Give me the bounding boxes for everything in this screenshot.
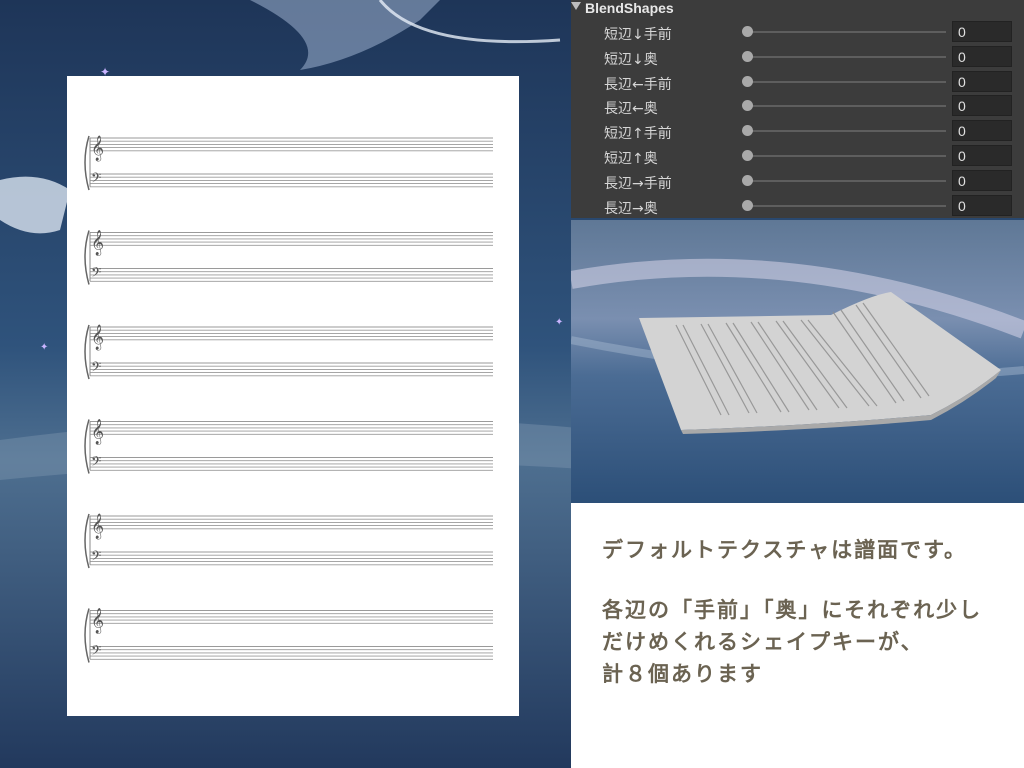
description-line: デフォルトテクスチャは譜面です。 [602,538,968,562]
slider-handle[interactable] [742,199,753,211]
blendshapes-header[interactable]: BlendShapes [571,0,1024,16]
staff-systems: 𝄞𝄢𝄞𝄢𝄞𝄢𝄞𝄢𝄞𝄢𝄞𝄢 [84,135,493,663]
blendshape-value-field[interactable]: 0 [952,21,1012,42]
sheet-music-page: 𝄞 𝄢 𝄞 𝄢 𝄞 𝄢 𝄞 𝄢 𝄞 𝄢 𝄞 𝄢 [67,76,519,716]
svg-text:✦: ✦ [555,317,563,328]
blendshape-slider[interactable] [747,204,946,207]
slider-handle[interactable] [742,125,753,137]
blendshape-value-field[interactable]: 0 [952,95,1012,117]
staff-brace [84,419,90,474]
description-line: だけめくれるシェイプキーが、 [602,630,924,654]
blendshape-slider[interactable] [747,55,946,58]
blendshape-row: 長辺←手前 0 [571,70,1024,94]
staff-brace [84,608,90,663]
blendshape-slider[interactable] [747,130,946,133]
blendshape-value-field[interactable]: 0 [952,70,1012,92]
staff-system: 𝄞𝄢 [84,513,493,569]
description-line: 計８個あります [602,662,763,686]
slider-handle[interactable] [742,26,753,37]
treble-clef-icon: 𝄞 [91,608,104,634]
blendshape-slider[interactable] [747,80,946,83]
blendshapes-title: BlendShapes [585,0,674,16]
blendshape-value-field[interactable]: 0 [952,194,1012,216]
description-panel: デフォルトテクスチャは譜面です。 各辺の「手前」「奥」にそれぞれ少し だけめくれ… [571,503,1024,768]
slider-handle[interactable] [742,174,753,186]
slider-handle[interactable] [742,75,753,87]
blendshape-row: 短辺↓手前 0 [571,20,1024,44]
treble-clef-icon: 𝄞 [91,419,104,445]
staff-system: 𝄞𝄢 [84,608,493,663]
blendshape-row: 長辺→奥 0 [571,194,1024,218]
staff-brace [84,230,90,285]
blendshape-label: 長辺→手前 [604,175,672,192]
blendshape-value-field[interactable]: 0 [952,120,1012,142]
staff-system: 𝄞𝄢 [84,230,493,285]
bass-clef-icon: 𝄢 [91,170,101,189]
bass-clef-icon: 𝄢 [91,643,101,662]
blendshape-value-field[interactable]: 0 [952,45,1012,67]
treble-clef-icon: 𝄞 [91,230,104,256]
blendshape-slider[interactable] [747,179,946,182]
description-line: 各辺の「手前」「奥」にそれぞれ少し [602,598,983,622]
staff-system: 𝄞𝄢 [84,135,493,191]
blendshapes-inspector: BlendShapes 短辺↓手前 0 短辺↓奥 0 長辺←手前 0 長辺←奥 0 短辺↑手前 0… [571,0,1024,218]
blendshape-label: 長辺←手前 [604,76,672,93]
blendshape-row: 短辺↓奥 0 [571,45,1024,69]
blendshape-row: 短辺↑奥 0 [571,144,1024,168]
treble-clef-icon: 𝄞 [91,135,104,161]
blendshape-label: 長辺→奥 [604,200,658,217]
bass-clef-icon: 𝄢 [91,548,101,567]
triangle-down-icon[interactable] [571,2,581,10]
staff-brace [84,135,90,191]
blendshape-slider[interactable] [747,31,946,33]
bass-clef-icon: 𝄢 [91,454,101,473]
staff-brace [84,324,90,380]
blendshape-label: 長辺←奥 [604,101,658,118]
svg-text:✦: ✦ [40,342,48,353]
staff-system: 𝄞𝄢 [84,419,493,474]
treble-clef-icon: 𝄞 [91,513,104,539]
blendshape-slider[interactable] [747,155,946,157]
blendshape-row: 長辺→手前 0 [571,169,1024,193]
bass-clef-icon: 𝄢 [91,359,101,378]
bass-clef-icon: 𝄢 [91,265,101,284]
blendshape-value-field[interactable]: 0 [952,145,1012,166]
blendshape-label: 短辺↓奥 [604,51,658,68]
blendshape-row: 短辺↑手前 0 [571,119,1024,143]
staff-brace [84,513,90,569]
blendshape-slider[interactable] [747,105,946,108]
treble-clef-icon: 𝄞 [91,324,104,350]
blendshape-label: 短辺↑奥 [604,151,658,167]
3d-preview-viewport [571,220,1024,503]
slider-handle[interactable] [742,100,753,112]
blendshape-row: 長辺←奥 0 [571,94,1024,118]
staff-system: 𝄞𝄢 [84,324,493,380]
blendshape-label: 短辺↑手前 [604,126,672,143]
blendshape-value-field[interactable]: 0 [952,169,1012,191]
slider-handle[interactable] [742,50,753,62]
slider-handle[interactable] [742,150,753,161]
blendshape-label: 短辺↓手前 [604,27,672,43]
